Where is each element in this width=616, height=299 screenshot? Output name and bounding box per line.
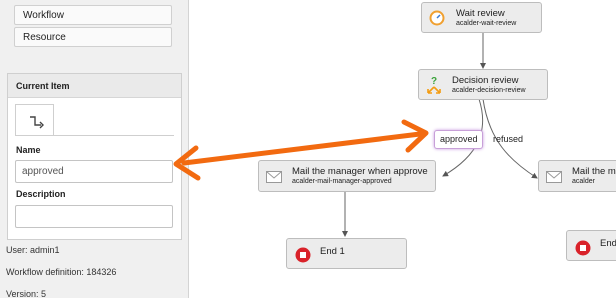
resource-button[interactable]: Resource [14,27,172,47]
node-subtitle: acalder-mail-manager-approved [292,178,392,185]
mail-icon [266,171,282,183]
description-label: Description [16,189,66,199]
node-mail-refused[interactable]: Mail the m acalder [538,160,616,192]
tab-divider [15,135,174,136]
current-item-panel: Current Item Name approved Description [7,73,182,240]
workflow-button[interactable]: Workflow [14,5,172,25]
node-subtitle: acalder [572,178,595,185]
stop-icon [295,247,311,263]
name-field[interactable]: approved [15,160,173,183]
stop-icon [575,240,591,256]
decision-icon: ? [427,76,441,94]
node-wait-review[interactable]: Wait review acalder-wait-review [421,2,542,33]
node-end-2[interactable]: End [566,230,616,261]
node-subtitle: acalder-decision-review [452,87,526,94]
edge-label-refused[interactable]: refused [493,134,523,144]
node-title: End 1 [320,246,345,257]
node-title: End [600,238,616,249]
node-title: Mail the manager when approve [292,166,428,177]
node-subtitle: acalder-wait-review [456,20,517,27]
svg-text:?: ? [431,76,437,87]
user-info: User: admin1 [6,245,60,255]
node-title: Decision review [452,75,519,86]
description-field[interactable] [15,205,173,228]
transition-icon [30,116,44,129]
node-title: Wait review [456,8,505,19]
node-mail-approved[interactable]: Mail the manager when approve acalder-ma… [258,160,436,192]
node-decision-review[interactable]: ? Decision review acalder-decision-revie… [418,69,548,100]
name-label: Name [16,145,41,155]
sidebar: Workflow Resource Current Item Name appr… [0,0,189,299]
node-end-1[interactable]: End 1 [286,238,407,269]
node-title: Mail the m [572,166,616,177]
current-item-title: Current Item [8,74,181,98]
workflow-definition-info: Workflow definition: 184326 [6,267,117,277]
mail-icon [546,171,562,183]
tab-properties[interactable] [15,104,54,136]
edge-label-approved[interactable]: approved [434,130,483,149]
workflow-canvas[interactable]: Wait review acalder-wait-review ? Decisi… [189,0,616,298]
clock-icon [429,10,445,26]
